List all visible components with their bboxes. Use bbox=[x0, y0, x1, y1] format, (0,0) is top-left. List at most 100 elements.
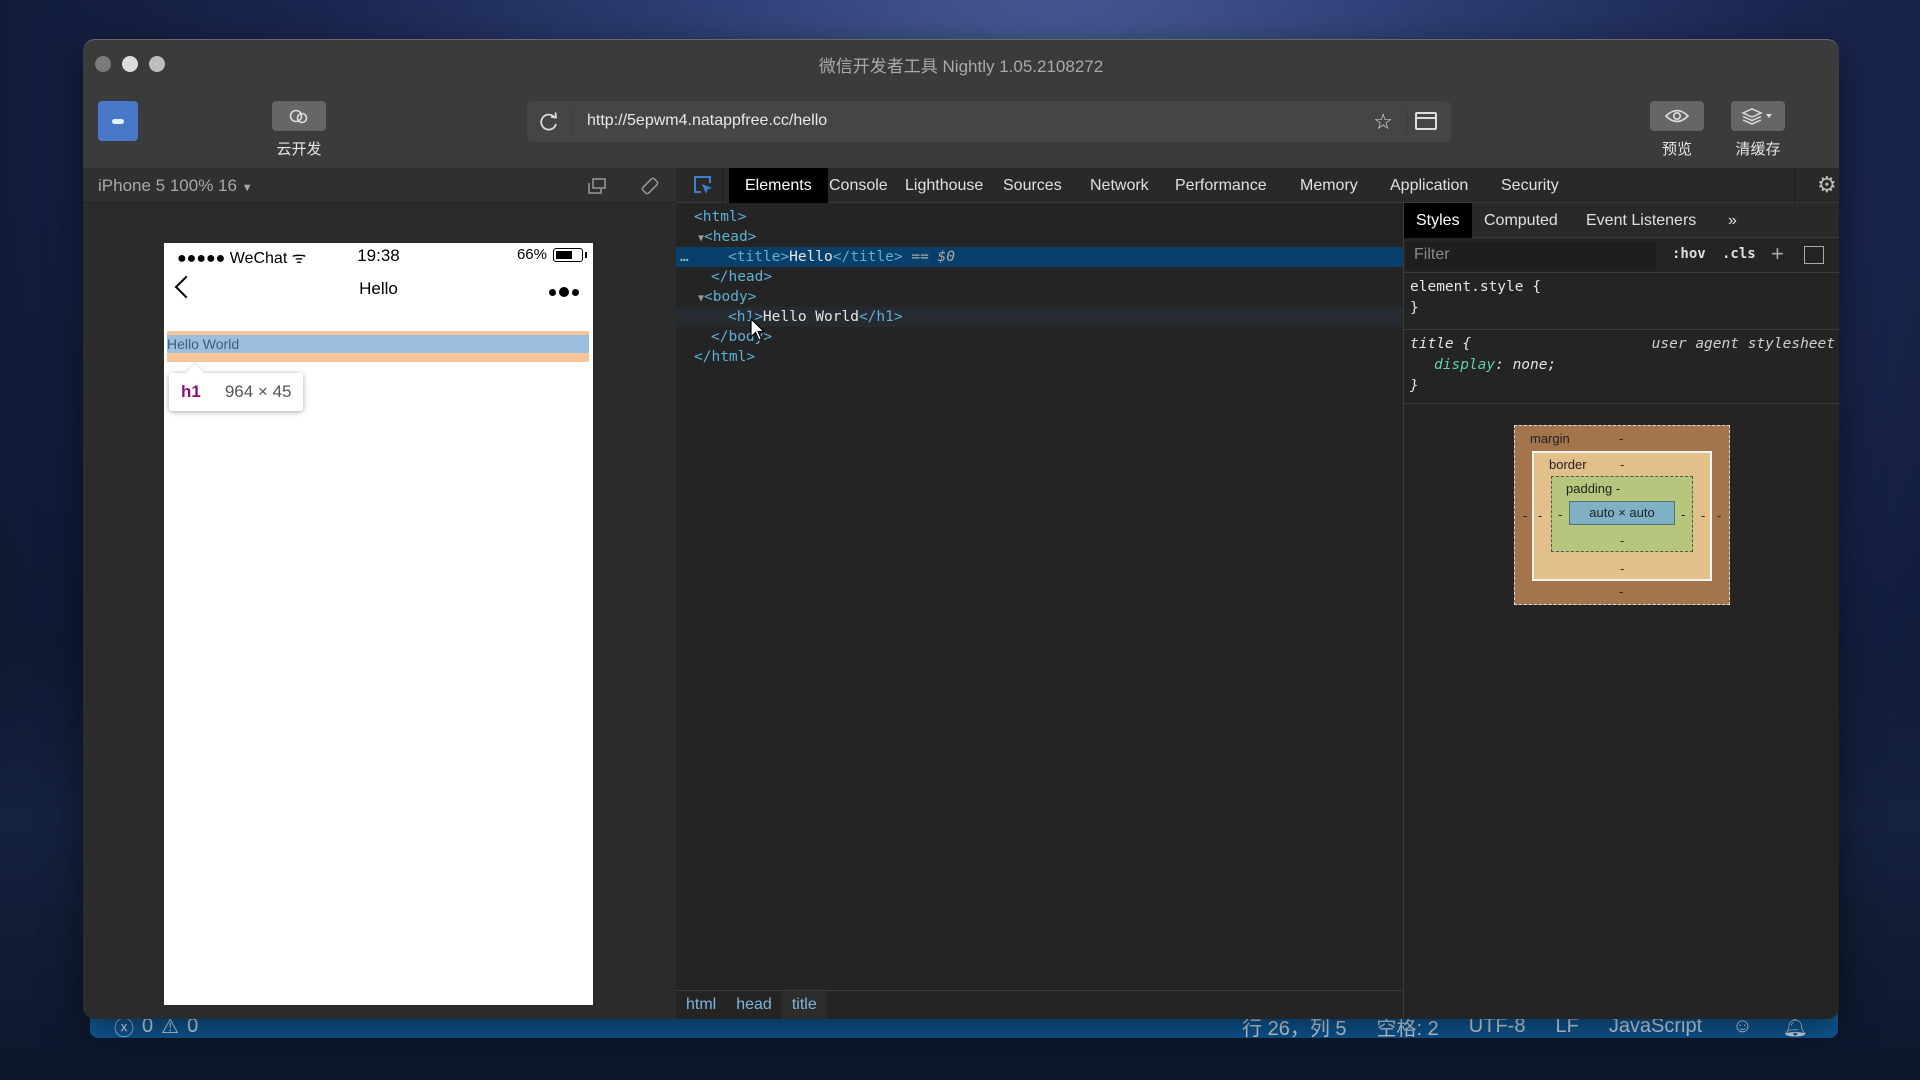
device-selector[interactable]: iPhone 5 100% 16 ▼ bbox=[98, 176, 253, 196]
dom-node-body[interactable]: ▼<body> bbox=[676, 287, 1403, 307]
breadcrumb-head[interactable]: head bbox=[726, 991, 782, 1019]
inspect-element-icon[interactable] bbox=[692, 174, 714, 196]
dom-node-head[interactable]: ▼<head> bbox=[676, 227, 1403, 247]
box-model-diagram: margin - - - - border - - - - padding - … bbox=[1514, 425, 1730, 605]
clear-cache-button[interactable] bbox=[1731, 101, 1785, 131]
tab-styles[interactable]: Styles bbox=[1404, 203, 1472, 238]
border-label: border bbox=[1549, 457, 1587, 472]
class-toggle[interactable]: .cls bbox=[1722, 246, 1756, 262]
rule-selector: element.style { bbox=[1410, 279, 1541, 295]
dom-tree: <html> ▼<head> … <title>Hello</title> == … bbox=[676, 203, 1403, 990]
tab-sources[interactable]: Sources bbox=[987, 168, 1078, 203]
tab-computed[interactable]: Computed bbox=[1472, 203, 1570, 238]
chevron-down-icon: ▼ bbox=[241, 182, 253, 194]
margin-left-value[interactable]: - bbox=[1523, 508, 1527, 523]
tab-performance[interactable]: Performance bbox=[1159, 168, 1283, 203]
tooltip-tag: h1 bbox=[181, 382, 201, 401]
css-value[interactable]: none; bbox=[1513, 357, 1557, 373]
dom-node-title-selected[interactable]: … <title>Hello</title> == $0 bbox=[676, 247, 1403, 267]
divider bbox=[1406, 109, 1407, 134]
dom-node-html-close[interactable]: </html> bbox=[676, 347, 1403, 367]
rule-close: } bbox=[1410, 378, 1419, 394]
border-top-value[interactable]: - bbox=[1620, 457, 1624, 472]
phone-status-bar: ●●●●● WeChat ᯤ 19:38 66% bbox=[164, 243, 593, 267]
more-tabs-icon[interactable]: » bbox=[1716, 203, 1749, 238]
rule-close: } bbox=[1410, 300, 1419, 316]
tab-event-listeners[interactable]: Event Listeners bbox=[1574, 203, 1708, 238]
breadcrumb: html head title bbox=[676, 990, 1403, 1019]
new-rule-button[interactable]: + bbox=[1771, 241, 1784, 267]
devtools-tab-bar: Elements Console Lighthouse Sources Netw… bbox=[676, 168, 1839, 203]
divider bbox=[1794, 168, 1795, 203]
margin-top-value[interactable]: - bbox=[1619, 431, 1623, 446]
style-rule-title[interactable]: title { user agent stylesheet display: n… bbox=[1404, 330, 1839, 404]
styles-sidebar: Styles Computed Event Listeners » Filter… bbox=[1403, 203, 1839, 1019]
margin-label: margin bbox=[1530, 431, 1570, 446]
margin-bottom-value[interactable]: - bbox=[1619, 584, 1623, 599]
avatar[interactable] bbox=[98, 101, 138, 141]
layers-icon bbox=[1741, 108, 1772, 125]
box-model-border: border - - - - padding - - - - auto × au… bbox=[1532, 451, 1712, 581]
dom-node-html[interactable]: <html> bbox=[676, 207, 1403, 227]
preview-button[interactable] bbox=[1650, 101, 1704, 131]
simulator-panel: iPhone 5 100% 16 ▼ ●●●●● WeChat ᯤ 19:38 … bbox=[83, 168, 676, 1019]
border-bottom-value[interactable]: - bbox=[1620, 561, 1624, 576]
cloud-dev-label: 云开发 bbox=[276, 141, 322, 158]
more-icon[interactable] bbox=[549, 287, 579, 297]
url-input[interactable]: http://5epwm4.natappfree.cc/hello bbox=[587, 112, 827, 130]
styles-filter-input[interactable]: Filter bbox=[1406, 242, 1656, 269]
cloud-icon bbox=[289, 109, 308, 124]
simulator-toolbar: iPhone 5 100% 16 ▼ bbox=[83, 168, 676, 203]
reload-icon[interactable] bbox=[537, 110, 561, 134]
dom-node-head-close[interactable]: </head> bbox=[676, 267, 1403, 287]
tab-application[interactable]: Application bbox=[1374, 168, 1484, 203]
margin-right-value[interactable]: - bbox=[1717, 508, 1721, 523]
breadcrumb-title[interactable]: title bbox=[781, 991, 827, 1019]
box-model-content[interactable]: auto × auto bbox=[1569, 501, 1675, 525]
popout-icon[interactable] bbox=[588, 178, 606, 194]
window-title: 微信开发者工具 Nightly 1.05.2108272 bbox=[818, 57, 1104, 76]
fish-icon bbox=[112, 119, 124, 124]
padding-left-value[interactable]: - bbox=[1558, 507, 1562, 522]
mouse-cursor-icon bbox=[750, 318, 766, 341]
gear-icon[interactable]: ⚙ bbox=[1817, 172, 1837, 198]
url-bar[interactable]: http://5epwm4.natappfree.cc/hello ☆ bbox=[527, 101, 1451, 142]
devtools-window: 微信开发者工具 Nightly 1.05.2108272 云开发 http://… bbox=[83, 39, 1839, 1019]
divider bbox=[722, 168, 723, 203]
page-heading[interactable]: Hello World bbox=[167, 335, 589, 353]
border-right-value[interactable]: - bbox=[1701, 508, 1705, 523]
nav-title: Hello bbox=[359, 279, 398, 298]
phone-nav-bar: Hello bbox=[164, 267, 593, 311]
dom-node-h1[interactable]: <h1>Hello World</h1> bbox=[676, 307, 1403, 327]
breadcrumb-html[interactable]: html bbox=[676, 991, 726, 1019]
styles-tab-bar: Styles Computed Event Listeners » bbox=[1404, 203, 1839, 238]
folder-icon[interactable] bbox=[1415, 112, 1437, 130]
box-model-padding: padding - - - - auto × auto bbox=[1551, 476, 1693, 552]
dom-node-body-close[interactable]: </body> bbox=[676, 327, 1403, 347]
battery-status: 66% bbox=[517, 246, 587, 263]
rotate-icon[interactable] bbox=[640, 176, 660, 196]
phone-screen: ●●●●● WeChat ᯤ 19:38 66% Hello Hello Wor… bbox=[164, 243, 593, 1005]
star-icon[interactable]: ☆ bbox=[1373, 109, 1393, 135]
more-actions-icon[interactable]: … bbox=[680, 247, 689, 267]
tab-network[interactable]: Network bbox=[1074, 168, 1165, 203]
hover-state-toggle[interactable]: :hov bbox=[1672, 246, 1706, 262]
battery-icon bbox=[553, 247, 587, 262]
tab-lighthouse[interactable]: Lighthouse bbox=[889, 168, 999, 203]
device-label: iPhone 5 100% 16 bbox=[98, 176, 237, 195]
tab-security[interactable]: Security bbox=[1485, 168, 1575, 203]
style-rule-element[interactable]: element.style { } bbox=[1404, 273, 1839, 330]
cloud-dev-button[interactable] bbox=[272, 101, 326, 131]
styles-filter-row: Filter :hov .cls + bbox=[1404, 238, 1839, 273]
css-property[interactable]: display bbox=[1410, 357, 1495, 373]
rule-source: user agent stylesheet bbox=[1651, 336, 1835, 352]
toggle-sidebar-icon[interactable] bbox=[1804, 246, 1824, 264]
devtools-panel: Elements Console Lighthouse Sources Netw… bbox=[676, 168, 1839, 1019]
border-left-value[interactable]: - bbox=[1538, 508, 1542, 523]
padding-label: padding - bbox=[1566, 481, 1621, 496]
preview-label: 预览 bbox=[1661, 141, 1692, 158]
padding-right-value[interactable]: - bbox=[1681, 507, 1685, 522]
tab-memory[interactable]: Memory bbox=[1284, 168, 1374, 203]
padding-bottom-value[interactable]: - bbox=[1620, 533, 1624, 548]
inspect-tooltip: h1 964 × 45 bbox=[169, 373, 303, 411]
